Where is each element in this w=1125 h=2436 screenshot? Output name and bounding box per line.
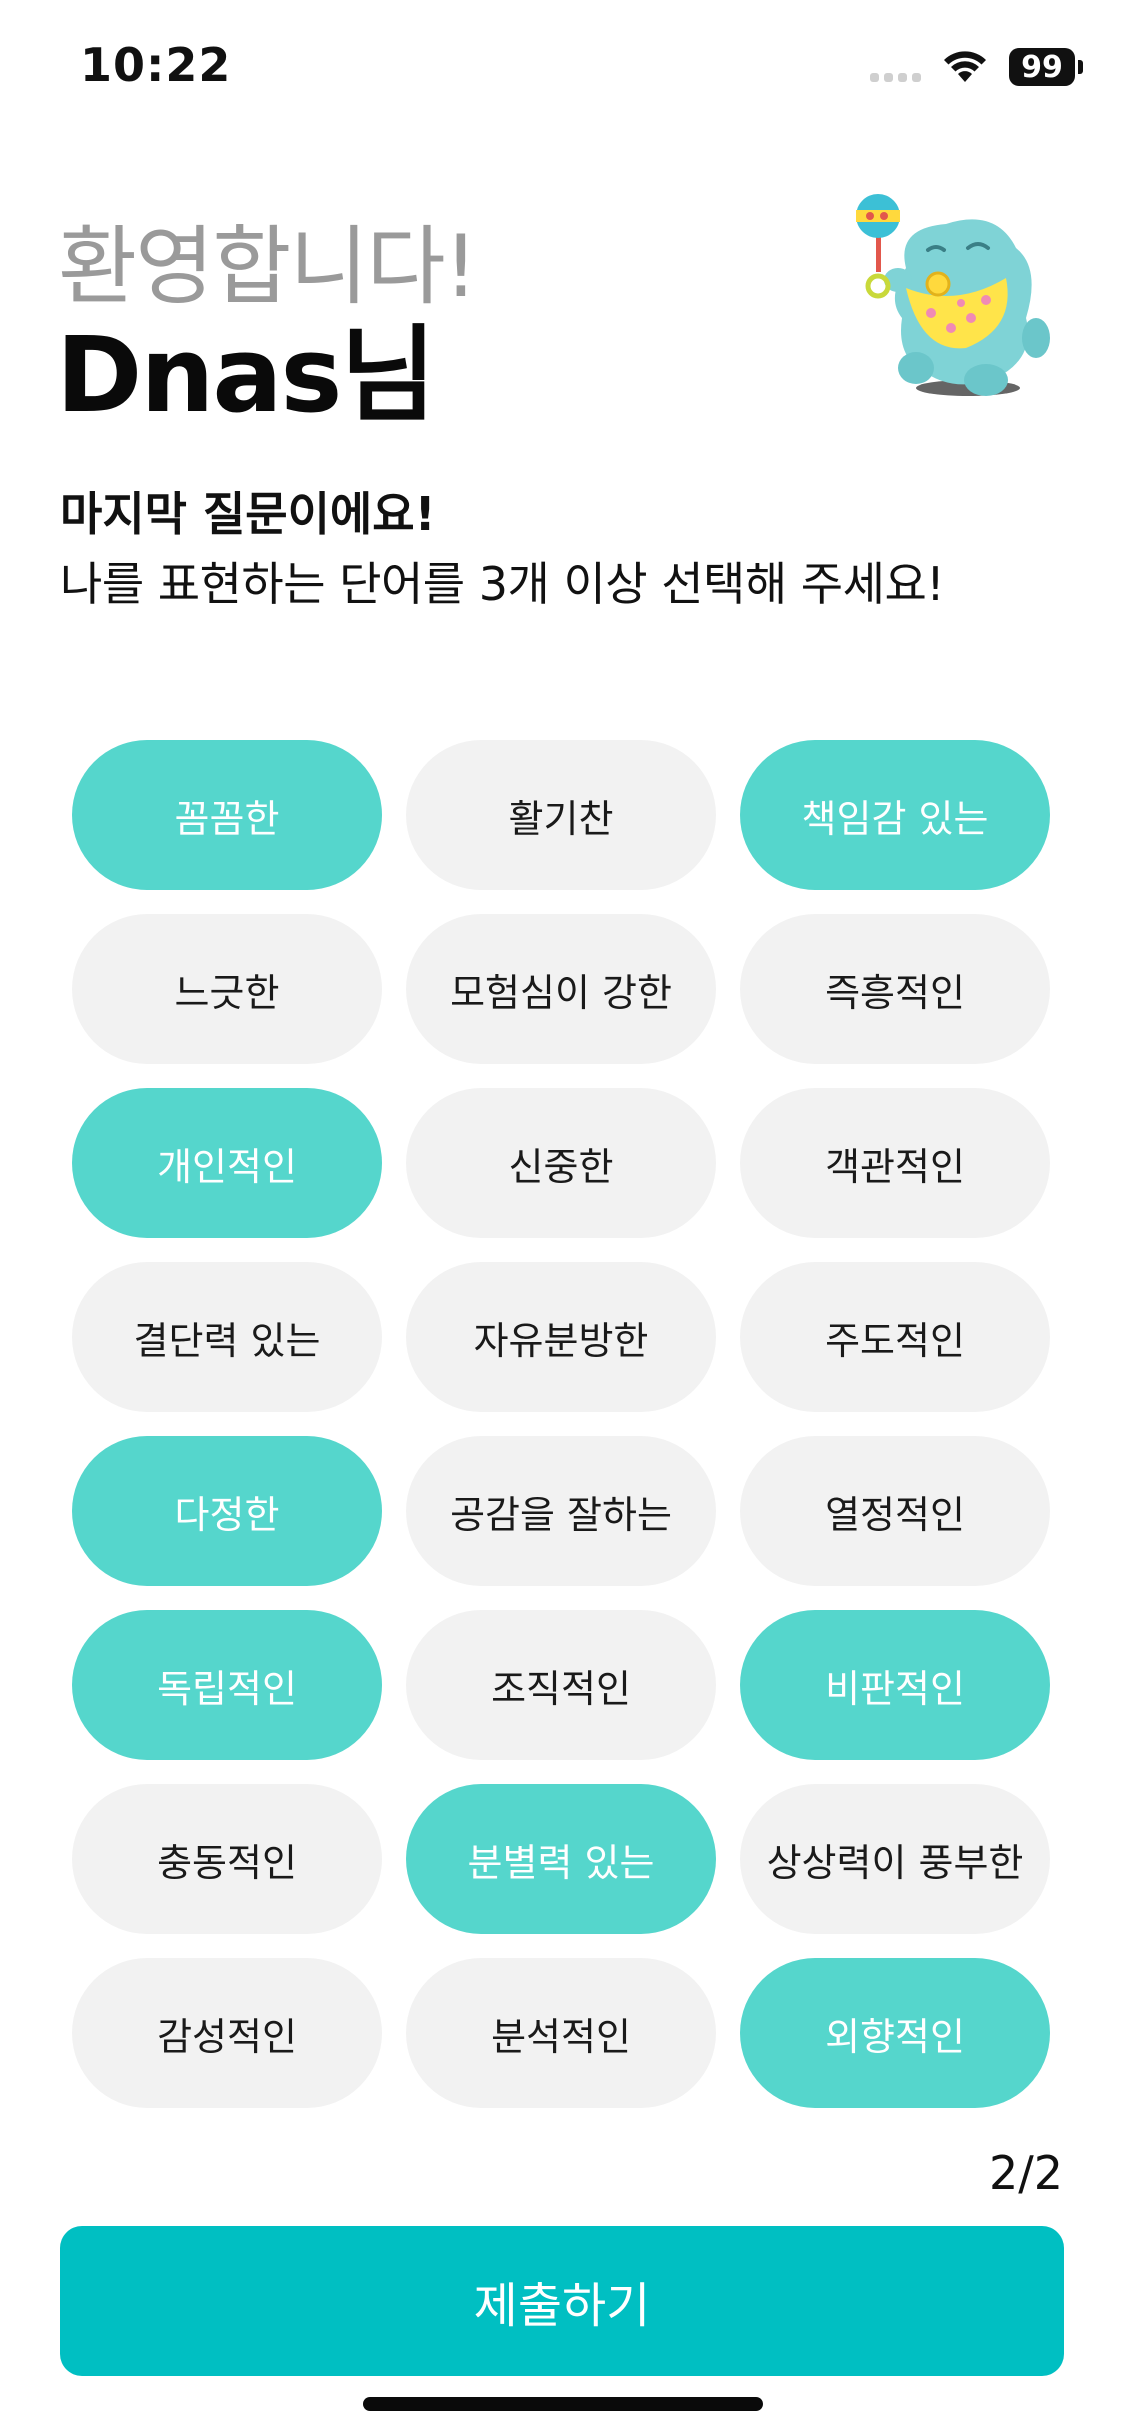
- keyword-chip[interactable]: 활기찬: [406, 740, 716, 890]
- keyword-chip[interactable]: 열정적인: [740, 1436, 1050, 1586]
- keyword-chip[interactable]: 비판적인: [740, 1610, 1050, 1760]
- status-time: 10:22: [80, 38, 232, 92]
- home-indicator: [363, 2397, 763, 2411]
- keyword-chip[interactable]: 다정한: [72, 1436, 382, 1586]
- keyword-chip[interactable]: 상상력이 풍부한: [740, 1784, 1050, 1934]
- keyword-chip[interactable]: 주도적인: [740, 1262, 1050, 1412]
- keyword-chip-grid: 꼼꼼한 활기찬 책임감 있는 느긋한 모험심이 강한 즉흥적인 개인적인 신중한…: [72, 740, 1052, 2108]
- keyword-chip[interactable]: 신중한: [406, 1088, 716, 1238]
- keyword-chip[interactable]: 책임감 있는: [740, 740, 1050, 890]
- keyword-chip[interactable]: 분별력 있는: [406, 1784, 716, 1934]
- battery-icon: 99: [1009, 48, 1083, 86]
- submit-button[interactable]: 제출하기: [60, 2226, 1064, 2376]
- user-name: Dnas님: [56, 314, 436, 436]
- page-indicator: 2/2: [988, 2146, 1063, 2200]
- mascot-illustration: [836, 188, 1066, 408]
- question-title: 마지막 질문이에요!: [60, 487, 436, 541]
- status-icons: 99: [870, 48, 1083, 86]
- keyword-chip[interactable]: 외향적인: [740, 1958, 1050, 2108]
- keyword-chip[interactable]: 감성적인: [72, 1958, 382, 2108]
- signal-icon: [870, 52, 921, 82]
- keyword-chip[interactable]: 공감을 잘하는: [406, 1436, 716, 1586]
- wifi-icon: [943, 50, 987, 84]
- keyword-chip[interactable]: 조직적인: [406, 1610, 716, 1760]
- question-subtitle: 나를 표현하는 단어를 3개 이상 선택해 주세요!: [60, 557, 945, 611]
- keyword-chip[interactable]: 모험심이 강한: [406, 914, 716, 1064]
- keyword-chip[interactable]: 즉흥적인: [740, 914, 1050, 1064]
- keyword-chip[interactable]: 자유분방한: [406, 1262, 716, 1412]
- keyword-chip[interactable]: 독립적인: [72, 1610, 382, 1760]
- keyword-chip[interactable]: 객관적인: [740, 1088, 1050, 1238]
- keyword-chip[interactable]: 개인적인: [72, 1088, 382, 1238]
- status-bar: 10:22 99: [0, 0, 1125, 140]
- keyword-chip[interactable]: 충동적인: [72, 1784, 382, 1934]
- keyword-chip[interactable]: 분석적인: [406, 1958, 716, 2108]
- keyword-chip[interactable]: 느긋한: [72, 914, 382, 1064]
- keyword-chip[interactable]: 꼼꼼한: [72, 740, 382, 890]
- keyword-chip[interactable]: 결단력 있는: [72, 1262, 382, 1412]
